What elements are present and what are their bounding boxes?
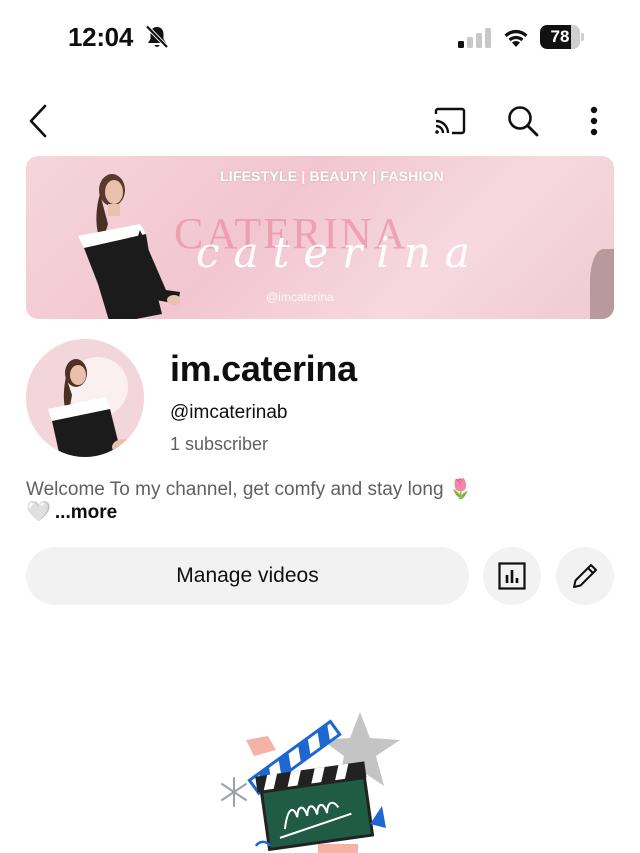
- avatar-image: [26, 339, 144, 457]
- channel-name: im.caterina: [170, 348, 357, 389]
- battery-level: 78: [550, 27, 570, 46]
- channel-banner[interactable]: LIFESTYLE | BEAUTY | FASHION CATERINA ca…: [26, 156, 614, 319]
- banner-person-image: [78, 174, 180, 319]
- subscriber-count: 1 subscriber: [170, 434, 269, 454]
- wifi-icon: [504, 29, 528, 47]
- empty-state-illustration: [221, 712, 400, 853]
- manage-videos-button[interactable]: Manage videos: [26, 547, 469, 605]
- battery-icon: 78: [540, 25, 584, 49]
- description-text: Welcome To my channel, get comfy and sta…: [26, 479, 473, 500]
- more-link[interactable]: ...more: [55, 502, 117, 523]
- edit-channel-button[interactable]: [556, 547, 614, 605]
- back-icon: [29, 104, 47, 138]
- banner-tags: LIFESTYLE | BEAUTY | FASHION: [220, 168, 444, 184]
- search-icon: [508, 106, 539, 137]
- banner-handle: @imcaterina: [266, 290, 334, 304]
- more-vert-icon: [590, 106, 598, 136]
- channel-description[interactable]: Welcome To my channel, get comfy and sta…: [26, 478, 616, 524]
- analytics-icon: [498, 562, 526, 590]
- status-time: 12:04: [68, 22, 133, 52]
- more-options-button[interactable]: [572, 99, 616, 143]
- edit-pencil-icon: [573, 564, 597, 588]
- bell-muted-icon: [145, 25, 169, 49]
- status-bar: 12:04 78: [0, 0, 640, 74]
- analytics-button[interactable]: [483, 547, 541, 605]
- search-button[interactable]: [501, 99, 545, 143]
- banner-script: caterina: [196, 228, 484, 277]
- back-button[interactable]: [16, 99, 60, 143]
- cast-icon: [434, 107, 466, 135]
- heart-emoji-icon: 🤍: [26, 501, 51, 523]
- cast-button[interactable]: [428, 99, 472, 143]
- signal-icon: [458, 28, 491, 48]
- channel-handle: @imcaterinab: [170, 402, 288, 423]
- banner-decoration: [590, 249, 614, 319]
- manage-videos-label: Manage videos: [176, 564, 319, 587]
- channel-avatar[interactable]: [26, 339, 144, 457]
